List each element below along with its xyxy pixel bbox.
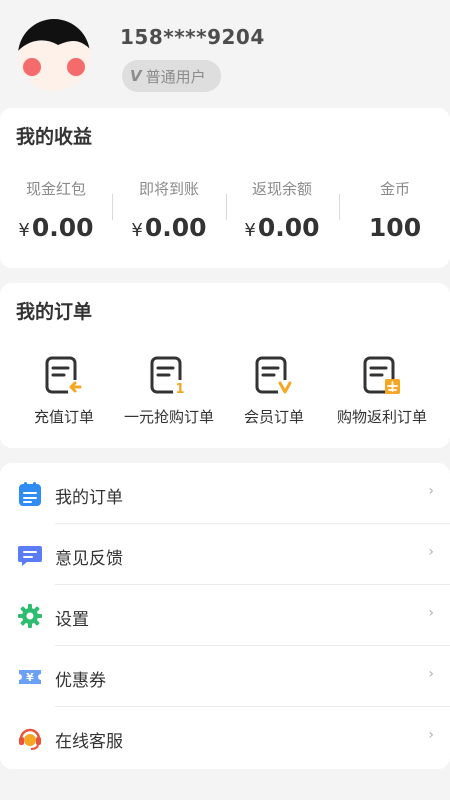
avatar[interactable] [18,19,90,91]
earnings-title: 我的收益 [16,126,93,148]
chevron-right-icon: › [428,544,434,560]
earning-value: ¥0.00 [131,213,207,242]
rebate-order-icon [363,356,400,394]
order-label: 会员订单 [243,408,304,426]
flash-sale-order-button[interactable]: 1 一元抢购订单 [113,356,225,427]
menu-item-label: 我的订单 [55,488,123,508]
gear-icon [18,604,42,628]
svg-text:1: 1 [175,382,184,396]
earnings-card: 我的收益 现金红包 ¥0.00 即将到账 ¥0.00 返现余额 ¥0.00 金币… [0,108,450,268]
menu-item-label: 意见反馈 [55,549,123,569]
menu-item-coupons[interactable]: ¥ 优惠券 › [0,646,450,707]
user-level-label: 普通用户 [145,67,206,86]
recharge-order-icon [45,356,82,394]
orders-title: 我的订单 [16,301,93,323]
earning-cash-redpacket[interactable]: 现金红包 ¥0.00 [0,178,112,242]
order-label: 一元抢购订单 [123,408,214,426]
vip-order-button[interactable]: 会员订单 [218,356,330,427]
earning-label: 返现余额 [251,180,312,198]
recharge-order-button[interactable]: 充值订单 [8,356,120,427]
flash-sale-order-icon: 1 [150,356,187,396]
earning-value: ¥0.00 [18,213,94,242]
menu-item-label: 设置 [55,610,89,630]
order-list-icon [19,482,41,506]
vip-icon: V [130,67,142,85]
earning-label: 即将到账 [138,180,199,198]
divider [112,194,113,220]
chevron-right-icon: › [428,727,434,743]
feedback-icon [18,546,42,566]
earning-value: 100 [368,213,422,242]
rebate-order-button[interactable]: 购物返利订单 [326,356,438,427]
vip-order-icon [255,356,292,394]
orders-card: 我的订单 充值订单 1 一元抢购订单 会员订单 购物返利订单 [0,283,450,448]
earning-label: 金币 [379,180,410,198]
menu-item-label: 在线客服 [55,732,123,752]
divider [339,194,340,220]
user-level-badge: V 普通用户 [122,60,221,92]
earning-value: ¥0.00 [244,213,320,242]
customer-service-icon [19,728,41,750]
menu-item-label: 优惠券 [55,671,106,691]
coupon-icon: ¥ [19,670,41,684]
chevron-right-icon: › [428,666,434,682]
order-label: 充值订单 [33,408,94,426]
profile-header: 158****9204 V 普通用户 [0,0,450,108]
earning-pending[interactable]: 即将到账 ¥0.00 [113,178,225,242]
menu-item-settings[interactable]: 设置 › [0,585,450,646]
menu-item-feedback[interactable]: 意见反馈 › [0,524,450,585]
earning-label: 现金红包 [25,180,86,198]
divider [226,194,227,220]
user-phone: 158****9204 [120,25,265,49]
earning-coins[interactable]: 金币 100 [339,178,450,242]
menu-item-my-orders[interactable]: 我的订单 › [0,463,450,524]
svg-text:¥: ¥ [26,671,34,684]
menu-item-customer-service[interactable]: 在线客服 › [0,707,450,768]
earning-cashback-balance[interactable]: 返现余额 ¥0.00 [226,178,338,242]
chevron-right-icon: › [428,605,434,621]
order-label: 购物返利订单 [336,408,427,426]
menu-list: 我的订单 › 意见反馈 › 设置 › ¥ 优惠券 › 在线客服 › [0,463,450,769]
chevron-right-icon: › [428,483,434,499]
